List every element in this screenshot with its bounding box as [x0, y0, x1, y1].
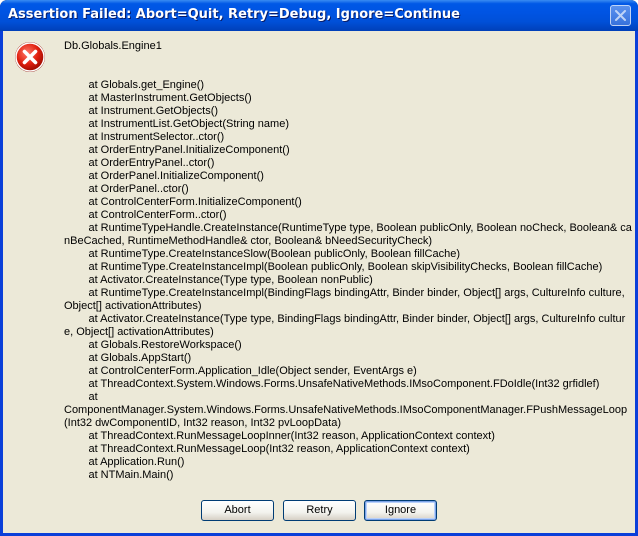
ignore-button[interactable]: Ignore — [364, 500, 437, 521]
assertion-dialog: Assertion Failed: Abort=Quit, Retry=Debu… — [0, 0, 638, 536]
close-button[interactable] — [610, 5, 631, 26]
close-icon — [615, 10, 626, 21]
window-title: Assertion Failed: Abort=Quit, Retry=Debu… — [8, 7, 460, 22]
retry-button[interactable]: Retry — [283, 500, 356, 521]
dialog-body: Db.Globals.Engine1 at Globals.get_Engine… — [3, 31, 635, 533]
error-icon — [15, 42, 45, 72]
assertion-message: Db.Globals.Engine1 at Globals.get_Engine… — [64, 40, 632, 481]
abort-button[interactable]: Abort — [201, 500, 274, 521]
title-bar[interactable]: Assertion Failed: Abort=Quit, Retry=Debu… — [0, 0, 638, 31]
